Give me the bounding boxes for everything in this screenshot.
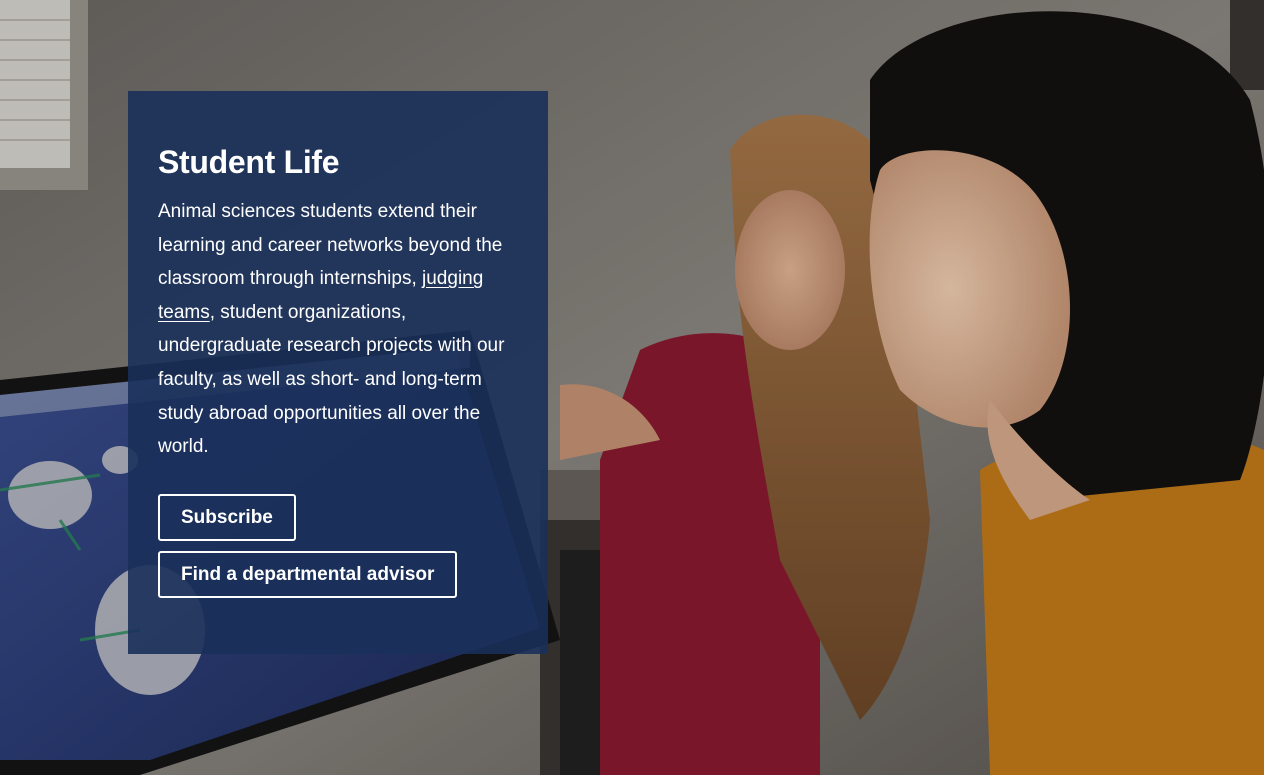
- subscribe-button[interactable]: Subscribe: [158, 494, 296, 541]
- card-description-text-2: , student organizations, undergraduate r…: [158, 301, 505, 458]
- subscribe-button-row: Subscribe: [158, 494, 296, 541]
- student-life-card: Student Life Animal sciences students ex…: [128, 91, 548, 654]
- find-advisor-button[interactable]: Find a departmental advisor: [158, 551, 458, 598]
- card-title: Student Life: [158, 144, 340, 180]
- card-description: Animal sciences students extend their le…: [158, 195, 520, 464]
- advisor-button-row: Find a departmental advisor: [158, 551, 458, 598]
- student-life-hero: Student Life Animal sciences students ex…: [0, 0, 1264, 775]
